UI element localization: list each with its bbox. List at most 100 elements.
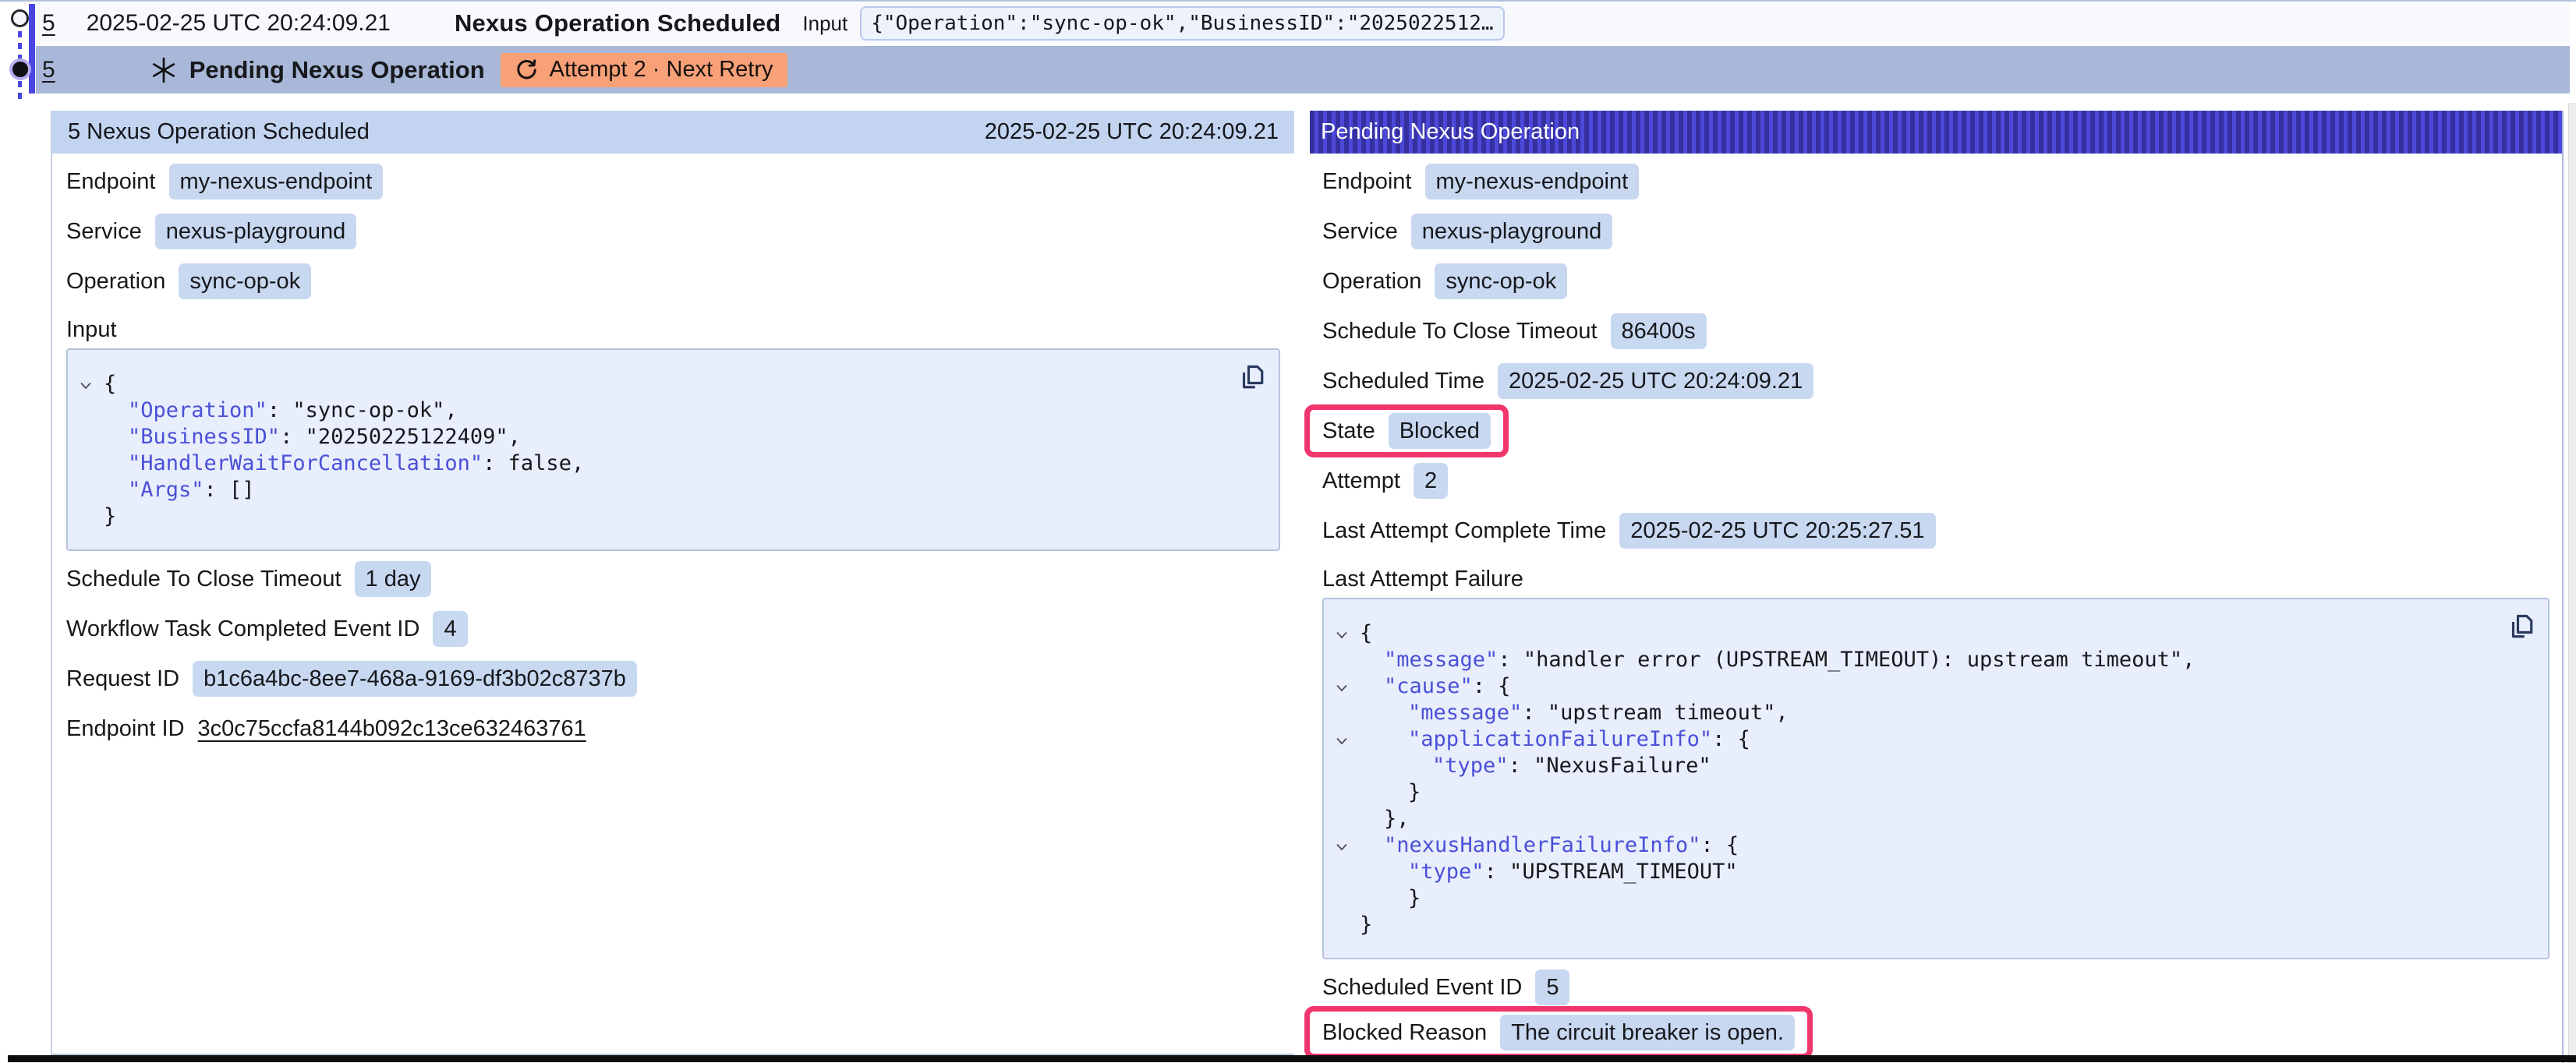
field-value-chip: 2025-02-25 UTC 20:25:27.51 (1619, 513, 1935, 549)
field-label: Endpoint (1322, 169, 1412, 195)
code-gutter (1324, 657, 1360, 662)
code-gutter (1324, 763, 1360, 768)
field-value-chip: nexus-playground (155, 214, 357, 249)
input-preview-chip[interactable]: {"Operation":"sync-op-ok","BusinessID":"… (860, 6, 1504, 41)
json-code-line: "Args": [] (68, 476, 1232, 503)
code-gutter (1324, 895, 1360, 900)
field-label: Schedule To Close Timeout (1322, 319, 1598, 344)
field-row-scheduled-event-id: Scheduled Event ID 5 (1322, 970, 2549, 1005)
json-code-line: "type": "NexusFailure" (1324, 752, 2501, 779)
json-code-line: "cause": { (1324, 673, 2501, 699)
code-gutter (1324, 816, 1360, 821)
json-code-line: "Operation": "sync-op-ok", (68, 397, 1232, 423)
blocked-reason-highlight-box: Blocked Reason The circuit breaker is op… (1304, 1006, 1813, 1059)
json-code-line: "message": "upstream timeout", (1324, 699, 2501, 726)
collapse-chevron-icon[interactable] (1324, 839, 1360, 851)
field-label: Schedule To Close Timeout (66, 567, 341, 592)
copy-icon[interactable] (1238, 362, 1266, 392)
field-row-endpoint: Endpoint my-nexus-endpoint (66, 164, 1280, 199)
scheduled-panel-header: 5 Nexus Operation Scheduled 2025-02-25 U… (52, 111, 1294, 154)
field-row-service: Service nexus-playground (66, 214, 1280, 249)
pending-panel-title: Pending Nexus Operation (1321, 119, 1580, 145)
pending-operation-row[interactable]: 5 Pending Nexus Operation Attempt 2 · Ne… (36, 46, 2570, 94)
field-label: Endpoint ID (66, 716, 185, 742)
input-section-label: Input (66, 314, 1280, 345)
json-code-line: } (1324, 779, 2501, 805)
field-value-chip: sync-op-ok (179, 263, 311, 299)
retry-icon (515, 58, 539, 82)
code-gutter (1324, 710, 1360, 715)
pending-operation-title: Pending Nexus Operation (189, 56, 485, 84)
json-code-line: "applicationFailureInfo": { (1324, 726, 2501, 752)
input-preview-label: Input (802, 12, 847, 36)
field-row-service: Service nexus-playground (1322, 214, 2549, 249)
field-row-schedule-to-close: Schedule To Close Timeout 1 day (66, 562, 1280, 596)
json-code-line: { (1324, 620, 2501, 646)
collapse-chevron-icon[interactable] (68, 377, 104, 390)
timeline-node-current-icon (12, 62, 28, 77)
pending-panel-body: Endpoint my-nexus-endpoint Service nexus… (1310, 154, 2562, 1050)
failure-json-viewer: {"message": "handler error (UPSTREAM_TIM… (1322, 598, 2549, 959)
field-label: Attempt (1322, 468, 1400, 494)
copy-icon[interactable] (2507, 612, 2535, 641)
endpoint-id-link[interactable]: 3c0c75ccfa8144b092c13ce632463761 (198, 716, 586, 742)
field-row-wft-completed-event-id: Workflow Task Completed Event ID 4 (66, 612, 1280, 646)
collapse-chevron-icon[interactable] (1324, 733, 1360, 745)
field-label: State (1322, 418, 1375, 444)
event-type-title: Nexus Operation Scheduled (455, 9, 780, 37)
field-label: Scheduled Time (1322, 369, 1484, 394)
code-gutter (68, 487, 104, 492)
field-row-operation: Operation sync-op-ok (1322, 264, 2549, 298)
field-label: Blocked Reason (1322, 1020, 1487, 1046)
pending-panel-header: Pending Nexus Operation (1310, 111, 2562, 154)
field-label: Request ID (66, 666, 179, 692)
scheduled-panel-timestamp: 2025-02-25 UTC 20:24:09.21 (985, 119, 1279, 145)
json-code-line: "HandlerWaitForCancellation": false, (68, 450, 1232, 476)
field-row-attempt: Attempt 2 (1322, 464, 2549, 498)
field-label: Operation (1322, 269, 1421, 295)
field-row-blocked-reason: Blocked Reason The circuit breaker is op… (1322, 1015, 2549, 1050)
field-row-scheduled-time: Scheduled Time 2025-02-25 UTC 20:24:09.2… (1322, 364, 2549, 398)
bottom-divider-bar (8, 1055, 2576, 1062)
pending-operation-detail-panel: Pending Nexus Operation Endpoint my-nexu… (1310, 111, 2564, 1063)
code-gutter (68, 408, 104, 412)
event-summary-row[interactable]: 5 2025-02-25 UTC 20:24:09.21 Nexus Opera… (36, 3, 2570, 44)
field-label: Endpoint (66, 169, 156, 195)
field-value-chip: 4 (433, 611, 467, 647)
code-gutter (68, 434, 104, 439)
field-row-schedule-to-close: Schedule To Close Timeout 86400s (1322, 314, 2549, 348)
field-label: Service (1322, 219, 1398, 245)
code-gutter (1324, 922, 1360, 927)
field-row-operation: Operation sync-op-ok (66, 264, 1280, 298)
field-row-last-attempt-complete-time: Last Attempt Complete Time 2025-02-25 UT… (1322, 514, 2549, 548)
pending-asterisk-icon (150, 57, 177, 83)
field-value-chip: my-nexus-endpoint (1425, 164, 1640, 200)
field-value-chip: 2 (1414, 463, 1448, 499)
timeline-node-open-icon (11, 9, 29, 27)
event-id-link[interactable]: 5 (42, 10, 55, 37)
vertical-scrollbar[interactable] (2568, 103, 2576, 1063)
json-code-line: "message": "handler error (UPSTREAM_TIME… (1324, 646, 2501, 673)
blocked-reason-value-chip: The circuit breaker is open. (1500, 1015, 1795, 1051)
event-id-link[interactable]: 5 (42, 57, 55, 83)
field-value-chip: 1 day (355, 561, 432, 597)
json-code-line: "nexusHandlerFailureInfo": { (1324, 832, 2501, 858)
field-label: Operation (66, 269, 165, 295)
field-label: Last Attempt Complete Time (1322, 518, 1606, 544)
field-value-chip: nexus-playground (1411, 214, 1613, 249)
input-json-viewer: {"Operation": "sync-op-ok","BusinessID":… (66, 348, 1280, 551)
json-code-line: } (68, 503, 1232, 529)
code-gutter (68, 461, 104, 465)
code-gutter (1324, 789, 1360, 794)
timeline-dashed-connector (18, 81, 22, 101)
collapse-chevron-icon[interactable] (1324, 680, 1360, 692)
collapse-chevron-icon[interactable] (1324, 627, 1360, 639)
field-value-chip: 2025-02-25 UTC 20:24:09.21 (1498, 363, 1813, 399)
json-code-line: "type": "UPSTREAM_TIMEOUT" (1324, 858, 2501, 885)
timeline-dashed-connector (18, 31, 22, 59)
json-code-line: }, (1324, 805, 2501, 832)
event-timestamp: 2025-02-25 UTC 20:24:09.21 (87, 10, 391, 37)
event-detail-panel-scheduled: 5 Nexus Operation Scheduled 2025-02-25 U… (51, 111, 1294, 1055)
field-value-chip: 5 (1535, 969, 1569, 1005)
state-highlight-box: State Blocked (1304, 404, 1509, 457)
